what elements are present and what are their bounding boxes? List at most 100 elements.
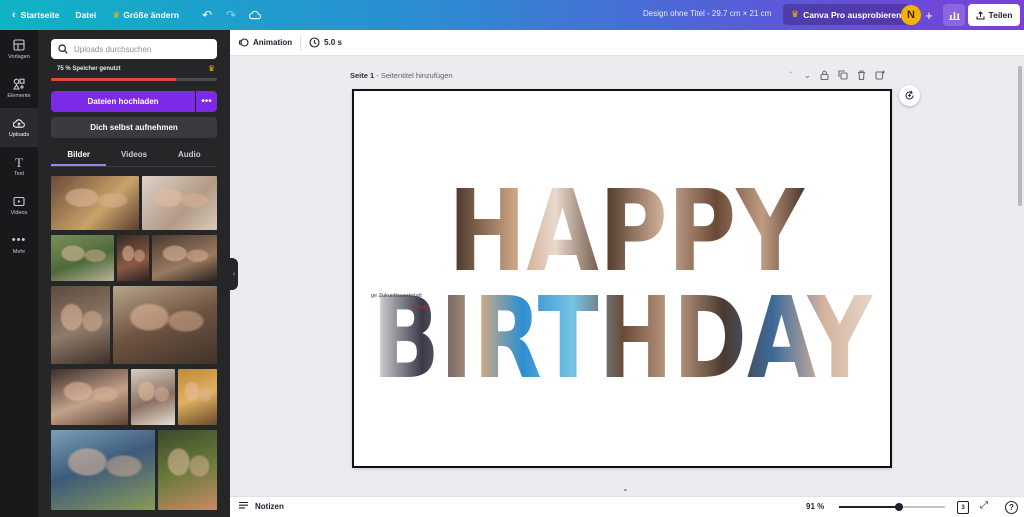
headline-line-2[interactable]: BIRTHDAY xyxy=(372,274,874,404)
share-label: Teilen xyxy=(988,10,1013,20)
share-button[interactable]: Teilen xyxy=(968,4,1020,26)
upload-files-button[interactable]: Dateien hochladen xyxy=(51,91,195,112)
rail-item-templates[interactable]: Vorlagen xyxy=(0,30,38,69)
file-menu-button[interactable]: Datei xyxy=(69,4,102,26)
photo-embedded-text: COMPA xyxy=(412,305,431,311)
rail-label: Elemente xyxy=(7,93,31,99)
zoom-slider[interactable] xyxy=(839,503,945,511)
chevron-up-icon[interactable]: ⌃ xyxy=(787,70,795,82)
tab-videos[interactable]: Videos xyxy=(106,146,161,166)
upload-options-button[interactable]: ••• xyxy=(196,91,217,112)
uploaded-image[interactable] xyxy=(51,430,155,510)
canva-editor: ‹ Startseite Datei ♛ Größe ändern ↶ ↷ De… xyxy=(0,0,1024,517)
animation-button[interactable]: Animation xyxy=(230,30,300,55)
canvas-scrollbar[interactable] xyxy=(1016,56,1024,496)
text-icon: T xyxy=(15,154,23,170)
record-yourself-button[interactable]: Dich selbst aufnehmen xyxy=(51,117,217,138)
undo-icon: ↶ xyxy=(202,8,213,22)
editor-toolbar: Animation 5.0 s xyxy=(230,30,1024,56)
zoom-level[interactable]: 91 % xyxy=(806,502,824,511)
home-button[interactable]: ‹ Startseite xyxy=(6,4,65,26)
rail-label: Text xyxy=(13,171,25,177)
scrollbar-thumb[interactable] xyxy=(1018,66,1022,206)
help-button[interactable]: ? xyxy=(1005,501,1018,514)
uploaded-image[interactable] xyxy=(51,369,128,425)
duration-label: 5.0 s xyxy=(324,38,342,47)
redo-button[interactable]: ↷ xyxy=(219,4,243,26)
plus-icon: + xyxy=(925,7,933,23)
add-page-icon[interactable] xyxy=(875,70,886,82)
design-page[interactable]: HAPPY BIRTHDAY ge Zukunftswerkstatt COMP… xyxy=(352,89,892,468)
tabs-divider xyxy=(51,166,217,167)
uploaded-image[interactable] xyxy=(131,369,175,425)
birthday-photo-text[interactable]: HAPPY BIRTHDAY ge Zukunftswerkstatt COMP… xyxy=(354,91,890,466)
uploaded-image[interactable] xyxy=(178,369,217,425)
redo-icon: ↷ xyxy=(226,8,237,22)
uploaded-image[interactable] xyxy=(113,286,217,364)
rail-label: Videos xyxy=(10,210,28,216)
chevron-down-icon[interactable]: ⌄ xyxy=(804,70,812,82)
uploaded-image[interactable] xyxy=(142,176,217,230)
page-tools: ⌃ ⌄ xyxy=(787,70,886,82)
side-rail: Vorlagen Elemente Uploads T Text Videos … xyxy=(0,30,38,517)
tab-audio[interactable]: Audio xyxy=(162,146,217,166)
page-count-button[interactable]: 3 xyxy=(957,501,969,514)
design-title[interactable]: Design ohne Titel - 29.7 cm × 21 cm xyxy=(643,9,771,18)
storage-progress-fill xyxy=(51,78,176,81)
template-icon xyxy=(13,39,25,51)
fullscreen-icon[interactable]: ⤢ xyxy=(980,500,988,511)
page-header[interactable]: Seite 1 - Seitentitel hinzufügen xyxy=(350,71,453,80)
rail-item-videos[interactable]: Videos xyxy=(0,186,38,225)
search-box[interactable] xyxy=(51,39,217,59)
uploaded-image[interactable] xyxy=(51,176,139,230)
cloud-save-status[interactable] xyxy=(243,4,267,26)
page-number: Seite 1 xyxy=(350,71,375,80)
try-pro-label: Canva Pro ausprobieren xyxy=(803,9,902,20)
top-bar: ‹ Startseite Datei ♛ Größe ändern ↶ ↷ De… xyxy=(0,0,1024,30)
search-input[interactable] xyxy=(74,44,204,54)
tab-images[interactable]: Bilder xyxy=(51,146,107,166)
upload-cloud-icon xyxy=(13,117,25,129)
rail-item-elements[interactable]: Elemente xyxy=(0,69,38,108)
uploaded-image[interactable] xyxy=(158,430,217,510)
media-tabs: Bilder Videos Audio xyxy=(51,146,217,166)
cloud-icon xyxy=(249,10,262,20)
add-collaborator-button[interactable]: + xyxy=(922,5,936,25)
resize-label: Größe ändern xyxy=(123,10,180,20)
page-title-placeholder[interactable]: Seitentitel hinzufügen xyxy=(381,71,453,80)
crown-icon: ♛ xyxy=(791,9,800,19)
notes-button[interactable]: Notizen xyxy=(238,501,284,511)
rail-item-more[interactable]: ••• Mehr xyxy=(0,225,38,264)
avatar[interactable]: N xyxy=(901,5,921,25)
uploaded-image[interactable] xyxy=(117,235,149,281)
uploaded-image[interactable] xyxy=(152,235,217,281)
trash-icon[interactable] xyxy=(857,70,866,82)
collapse-panel-handle[interactable]: ‹ xyxy=(230,258,238,290)
notes-icon xyxy=(239,501,248,509)
undo-button[interactable]: ↶ xyxy=(195,4,219,26)
duration-button[interactable]: 5.0 s xyxy=(301,30,350,55)
refresh-icon xyxy=(905,90,914,100)
zoom-slider-fill xyxy=(839,506,900,508)
zoom-slider-knob[interactable] xyxy=(895,503,904,511)
share-icon xyxy=(975,10,985,20)
refresh-button[interactable] xyxy=(899,85,920,106)
uploaded-image[interactable] xyxy=(51,235,114,281)
resize-button[interactable]: ♛ Größe ändern xyxy=(106,4,185,26)
rail-item-uploads[interactable]: Uploads xyxy=(0,108,38,147)
rail-label: Mehr xyxy=(12,249,26,255)
insights-button[interactable] xyxy=(943,4,965,26)
rail-label: Vorlagen xyxy=(8,54,30,60)
more-icon: ••• xyxy=(11,233,27,246)
photo-embedded-text: ge Zukunftswerkstatt xyxy=(371,293,422,299)
notes-label: Notizen xyxy=(255,501,284,511)
elements-icon xyxy=(13,78,25,90)
more-icon: ••• xyxy=(201,96,212,107)
crown-icon[interactable]: ♛ xyxy=(208,64,215,73)
duplicate-icon[interactable] xyxy=(838,70,848,82)
uploaded-image[interactable] xyxy=(51,286,110,364)
bottom-bar: Notizen 91 % 3 ⤢ ? xyxy=(230,496,1024,517)
try-pro-button[interactable]: ♛ Canva Pro ausprobieren xyxy=(783,4,910,25)
rail-item-text[interactable]: T Text xyxy=(0,147,38,186)
lock-icon[interactable] xyxy=(820,70,829,82)
